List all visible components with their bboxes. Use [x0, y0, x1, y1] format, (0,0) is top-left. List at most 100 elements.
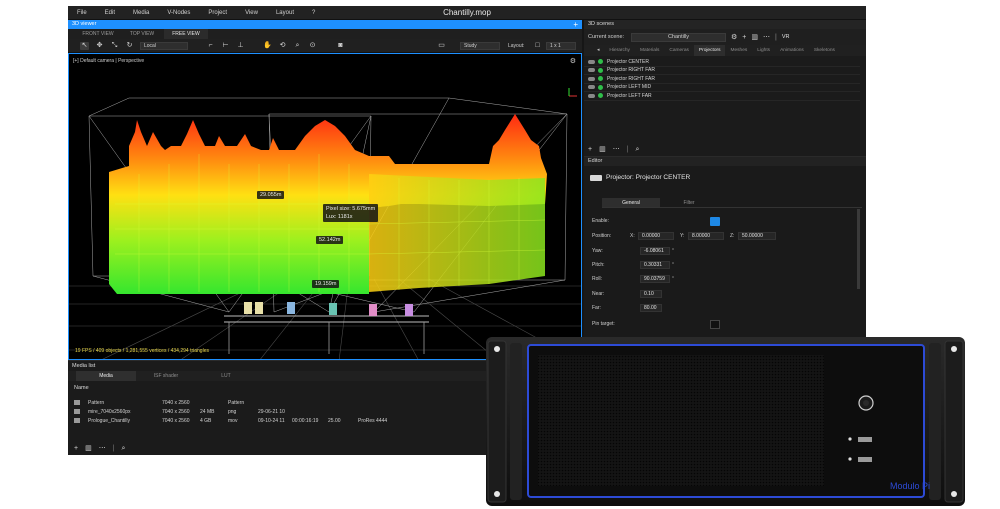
list-item[interactable]: Projector RIGHT FAR — [584, 75, 860, 84]
vr-button[interactable]: VR — [782, 34, 790, 40]
media-date: 29-06-21 10 — [258, 409, 285, 415]
position-x-field[interactable]: 0.00000 — [638, 232, 674, 240]
editor-scrollbar[interactable] — [857, 209, 860, 289]
tab-top-view[interactable]: TOP VIEW — [120, 29, 164, 39]
tab-skeletons[interactable]: Skeletons — [809, 45, 840, 56]
projector-box — [255, 302, 263, 314]
add-icon[interactable]: + — [74, 445, 78, 452]
media-size: 4 GB — [200, 418, 212, 424]
object-title: Projector: Projector CENTER — [606, 174, 691, 181]
trash-icon[interactable]: ▥ — [85, 445, 92, 452]
pin-target-label: Pin target: — [592, 321, 615, 327]
tab-isf-shader[interactable]: ISF shader — [136, 371, 196, 381]
layout-dropdown[interactable]: 1 x 1 — [546, 42, 576, 50]
current-scene-dropdown[interactable]: Chantilly — [631, 32, 726, 42]
eye-icon[interactable] — [588, 93, 595, 98]
tab-materials[interactable]: Materials — [635, 45, 664, 56]
zoom-icon[interactable]: ⌕ — [293, 42, 302, 50]
move-icon[interactable]: ✥ — [95, 42, 104, 50]
yaw-field[interactable]: -6.08061 — [640, 247, 670, 255]
eye-icon[interactable] — [588, 76, 595, 81]
tab-cameras[interactable]: Cameras — [664, 45, 693, 56]
3d-viewport[interactable]: [+] Default camera | Perspective ⚙ 29.05… — [68, 53, 582, 360]
far-field[interactable]: 80.00 — [640, 304, 662, 312]
scale-icon[interactable]: ⤡ — [110, 42, 119, 50]
layout-grid-icon[interactable]: □ — [533, 42, 542, 50]
viewport-settings-icon[interactable]: ⚙ — [570, 57, 576, 65]
media-fps: 25.00 — [328, 418, 341, 424]
align-icon[interactable]: ⊥ — [236, 42, 245, 50]
tab-hierarchy[interactable]: Hierarchy — [604, 45, 635, 56]
enable-checkbox[interactable] — [710, 217, 720, 226]
near-label: Near: — [592, 291, 605, 297]
position-y-field[interactable]: 8.00000 — [688, 232, 724, 240]
render-stats: 19 FPS / 409 objects / 1,281,555 vertice… — [75, 348, 209, 354]
media-resolution: 7040 x 2560 — [162, 400, 190, 406]
tab-front-view[interactable]: FRONT VIEW — [76, 29, 120, 39]
delete-icon[interactable]: ▥ — [751, 34, 758, 41]
study-dropdown[interactable]: Study — [460, 42, 500, 50]
projector-name: Projector RIGHT FAR — [607, 67, 655, 74]
viewer-toolbar: ↖ ✥ ⤡ ↻ Local ⌐ ⊢ ⊥ ✋ ⟲ ⌕ ⊙ ◙ ▭ Study La… — [68, 39, 582, 53]
add-icon[interactable]: + — [588, 146, 592, 153]
viewer-panel-header: 3D viewer — [68, 20, 582, 29]
tab-animations[interactable]: Animations — [775, 45, 809, 56]
tab-lut[interactable]: LUT — [196, 371, 256, 381]
snap-corner-icon[interactable]: ⌐ — [206, 42, 215, 50]
table-row[interactable]: mire_7040x2560px 7040 x 2560 24 MB png 2… — [74, 409, 484, 416]
projector-name: Projector LEFT FAR — [607, 92, 652, 99]
select-icon[interactable]: ↖ — [80, 42, 89, 50]
pin-target-checkbox[interactable] — [710, 320, 720, 329]
projector-name: Projector LEFT MID — [607, 84, 652, 91]
list-item[interactable]: Projector LEFT FAR — [584, 92, 860, 101]
enable-label: Enable: — [592, 218, 609, 224]
z-label: Z: — [730, 233, 735, 239]
eye-icon[interactable] — [588, 59, 595, 64]
projector-list: Projector CENTER Projector RIGHT FAR Pro… — [584, 58, 860, 101]
position-z-field[interactable]: 50.00000 — [738, 232, 776, 240]
near-field[interactable]: 0.10 — [640, 290, 662, 298]
lux-value: Lux: 1181x — [326, 214, 353, 220]
list-item[interactable]: Projector RIGHT FAR — [584, 67, 860, 75]
list-item[interactable]: Projector LEFT MID — [584, 84, 860, 92]
pitch-field[interactable]: 0.30331 — [640, 261, 670, 269]
tab-general[interactable]: General — [602, 198, 660, 207]
eye-icon[interactable] — [588, 68, 595, 73]
tab-projectors[interactable]: Projectors — [693, 45, 726, 56]
x-label: X: — [630, 233, 635, 239]
measure-icon[interactable]: ⊢ — [221, 42, 230, 50]
orbit-icon[interactable]: ⟲ — [278, 42, 287, 50]
tabs-scroll-left-icon[interactable]: ◂ — [592, 45, 604, 56]
gear-icon[interactable]: ⚙ — [731, 34, 737, 41]
more-icon[interactable]: ⋯ — [99, 445, 106, 452]
table-row[interactable]: Prologue_Chantilly 7040 x 2560 4 GB mov … — [74, 418, 484, 425]
tab-media[interactable]: Media — [76, 371, 136, 381]
camera-icon[interactable]: ◙ — [336, 42, 345, 50]
focus-icon[interactable]: ⊙ — [308, 42, 317, 50]
add-icon[interactable]: + — [573, 20, 578, 29]
vr-headset-icon[interactable]: ▭ — [436, 42, 447, 50]
tab-free-view[interactable]: FREE VIEW — [164, 29, 208, 39]
list-item[interactable]: Projector CENTER — [584, 58, 860, 67]
roll-field[interactable]: 90.03759 — [640, 275, 670, 283]
trash-icon[interactable]: ▥ — [599, 146, 606, 153]
projector-box — [287, 302, 295, 314]
more-icon[interactable]: ⋯ — [613, 146, 620, 153]
table-row[interactable]: Pattern 7040 x 2560 Pattern — [74, 400, 484, 407]
media-name: mire_7040x2560px — [88, 409, 131, 415]
editor-tabs: General Filter — [602, 198, 862, 208]
tab-meshes[interactable]: Meshes — [725, 45, 752, 56]
search-icon[interactable]: ⌕ — [636, 146, 640, 153]
transform-space-dropdown[interactable]: Local — [140, 42, 188, 50]
measure-width-label: 29.055m — [257, 191, 285, 199]
more-icon[interactable]: ⋯ — [763, 34, 770, 41]
rotate-icon[interactable]: ↻ — [125, 42, 134, 50]
add-icon[interactable]: + — [742, 34, 746, 41]
eye-icon[interactable] — [588, 85, 595, 90]
media-type: mov — [228, 418, 238, 424]
tab-lights[interactable]: Lights — [752, 45, 775, 56]
search-icon[interactable]: ⌕ — [122, 445, 126, 452]
tab-filter[interactable]: Filter — [660, 198, 718, 207]
handle-right — [929, 343, 941, 500]
pan-icon[interactable]: ✋ — [263, 42, 272, 50]
